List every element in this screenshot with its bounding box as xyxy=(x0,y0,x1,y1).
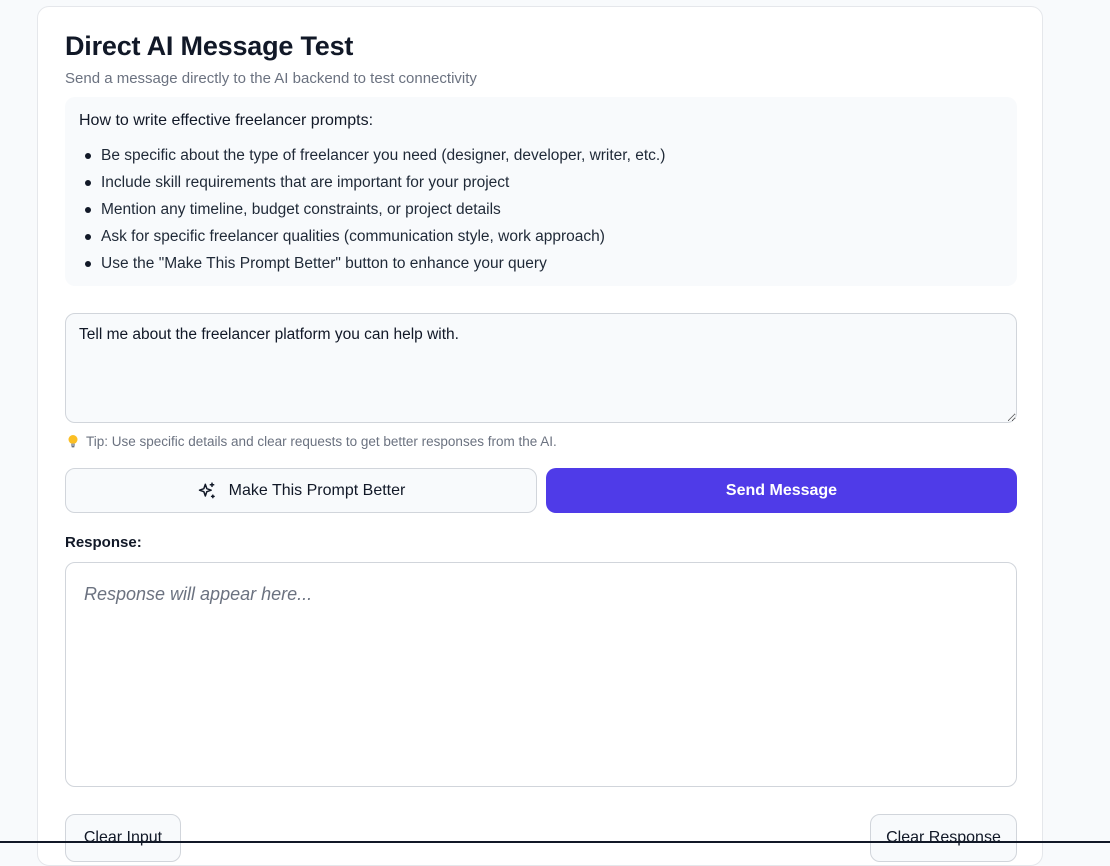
response-placeholder: Response will appear here... xyxy=(84,584,313,604)
message-input[interactable]: Tell me about the freelancer platform yo… xyxy=(65,313,1017,423)
ai-message-test-card: Direct AI Message Test Send a message di… xyxy=(37,6,1043,866)
input-tip: Tip: Use specific details and clear requ… xyxy=(66,434,557,449)
response-label: Response: xyxy=(65,534,142,551)
tip-item: Use the "Make This Prompt Better" button… xyxy=(79,250,665,277)
sparkles-icon xyxy=(198,481,215,498)
send-message-button[interactable]: Send Message xyxy=(546,468,1017,513)
tip-item: Ask for specific freelancer qualities (c… xyxy=(79,223,665,250)
tip-item: Include skill requirements that are impo… xyxy=(79,169,665,196)
tips-heading: How to write effective freelancer prompt… xyxy=(79,112,374,129)
improve-prompt-button[interactable]: Make This Prompt Better xyxy=(65,468,537,513)
clear-input-button[interactable]: Clear Input xyxy=(65,814,181,862)
tip-item: Mention any timeline, budget constraints… xyxy=(79,196,665,223)
tip-item: Be specific about the type of freelancer… xyxy=(79,142,665,169)
prompt-tips-box: How to write effective freelancer prompt… xyxy=(65,97,1017,286)
input-tip-text: Tip: Use specific details and clear requ… xyxy=(86,434,557,449)
lightbulb-icon xyxy=(68,435,78,448)
page-title: Direct AI Message Test xyxy=(65,31,354,61)
improve-prompt-label: Make This Prompt Better xyxy=(228,481,406,499)
tips-list: Be specific about the type of freelancer… xyxy=(79,142,665,277)
response-output: Response will appear here... xyxy=(65,562,1017,787)
page-subtitle: Send a message directly to the AI backen… xyxy=(65,70,477,87)
clear-response-button[interactable]: Clear Response xyxy=(870,814,1017,862)
